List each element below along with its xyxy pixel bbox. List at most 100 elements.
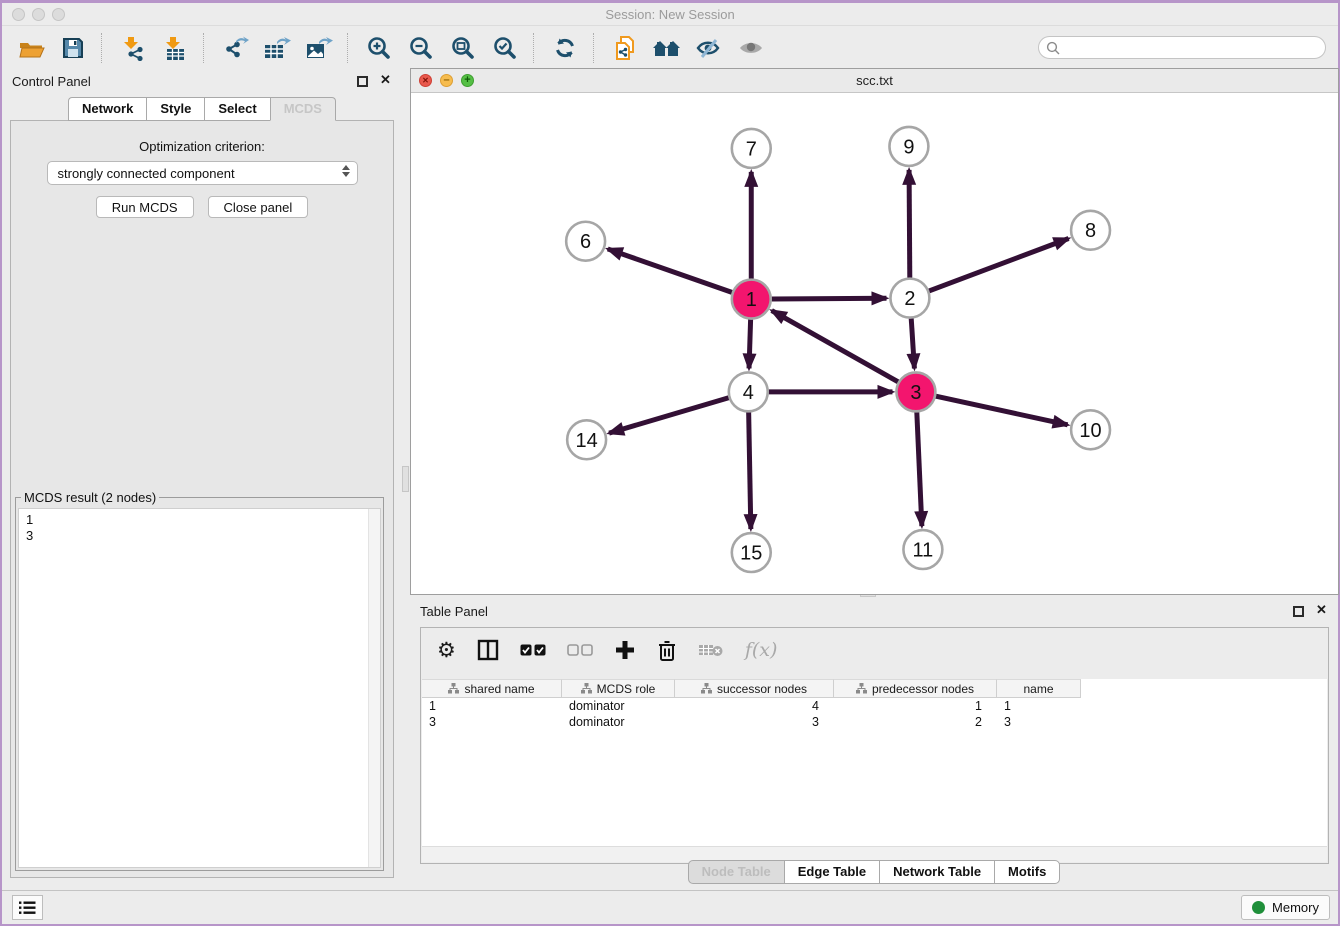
sort-tree-icon [581,683,592,694]
float-panel-icon[interactable] [357,76,368,87]
control-panel-tabs: NetworkStyleSelectMCDS [2,97,402,121]
edge-2-3[interactable] [911,319,914,369]
hide-selected-button[interactable] [688,30,730,66]
node-4[interactable]: 4 [729,372,768,411]
edge-4-14[interactable] [609,398,729,433]
tab-style[interactable]: Style [146,97,204,121]
column-header-predecessor-nodes[interactable]: predecessor nodes [834,679,997,698]
edge-3-10[interactable] [936,396,1068,425]
delete-table-button[interactable] [698,636,724,664]
tab-motifs[interactable]: Motifs [994,860,1060,884]
column-header-mcds-role[interactable]: MCDS role [562,679,675,698]
table-header-row: shared name MCDS role successor nodesprede… [422,679,1327,698]
minimize-window-button[interactable] [32,8,45,21]
run-mcds-button[interactable]: Run MCDS [96,196,194,218]
node-1[interactable]: 1 [732,280,771,319]
table-row[interactable]: 3dominator323 [422,714,1327,730]
node-6[interactable]: 6 [566,222,605,261]
cell-mcds-role[interactable]: dominator [562,714,675,730]
tab-select[interactable]: Select [204,97,269,121]
optimization-criterion-select[interactable]: strongly connected component [47,161,358,185]
node-8[interactable]: 8 [1071,211,1110,250]
edge-1-2[interactable] [772,298,887,299]
search-input[interactable] [1064,38,1325,57]
tab-node-table[interactable]: Node Table [688,860,784,884]
open-session-button[interactable] [10,30,52,66]
close-window-button[interactable] [12,8,25,21]
cell-name[interactable]: 3 [997,714,1081,730]
column-header-shared-name[interactable]: shared name [422,679,562,698]
import-network-button[interactable] [112,30,154,66]
close-view-button[interactable] [419,74,432,87]
close-panel-button[interactable]: Close panel [208,196,309,218]
node-15[interactable]: 15 [732,533,771,572]
mcds-result-textarea[interactable]: 1 3 [18,508,381,868]
edge-1-6[interactable] [608,249,732,292]
import-table-button[interactable] [154,30,196,66]
zoom-in-button[interactable] [358,30,400,66]
show-all-button[interactable] [730,30,772,66]
cell-predecessor-nodes[interactable]: 2 [834,714,997,730]
vertical-splitter[interactable] [402,68,410,890]
close-panel-icon[interactable] [380,75,392,87]
memory-button[interactable]: Memory [1241,895,1330,920]
node-7[interactable]: 7 [732,129,771,168]
export-network-button[interactable] [214,30,256,66]
node-2[interactable]: 2 [890,279,929,318]
tab-network[interactable]: Network [68,97,146,121]
table-row[interactable]: 1dominator411 [422,698,1327,714]
copy-view-button[interactable] [604,30,646,66]
zoom-selected-button[interactable] [484,30,526,66]
column-header-successor-nodes[interactable]: successor nodes [675,679,834,698]
cell-name[interactable]: 1 [997,698,1081,714]
split-view-button[interactable] [477,636,499,664]
export-image-button[interactable] [298,30,340,66]
tab-network-table[interactable]: Network Table [879,860,994,884]
tab-mcds[interactable]: MCDS [270,97,336,121]
cell-successor-nodes[interactable]: 3 [675,714,834,730]
column-label: MCDS role [597,682,656,696]
node-3[interactable]: 3 [896,372,935,411]
home-layout-button[interactable] [646,30,688,66]
edge-2-8[interactable] [929,238,1069,290]
zoom-out-button[interactable] [400,30,442,66]
add-column-button[interactable] [614,636,636,664]
column-header-name[interactable]: name [997,679,1081,698]
cell-predecessor-nodes[interactable]: 1 [834,698,997,714]
maximize-window-button[interactable] [52,8,65,21]
close-panel-icon[interactable] [1316,605,1328,617]
clear-selection-button[interactable] [567,636,593,664]
cell-shared-name[interactable]: 3 [422,714,562,730]
save-floppy-icon [61,36,85,60]
float-panel-icon[interactable] [1293,606,1304,617]
node-11[interactable]: 11 [903,530,942,569]
cell-successor-nodes[interactable]: 4 [675,698,834,714]
save-session-button[interactable] [52,30,94,66]
edge-1-4[interactable] [749,320,751,369]
select-all-button[interactable] [520,636,546,664]
edge-4-15[interactable] [749,412,751,529]
node-9[interactable]: 9 [889,127,928,166]
edge-3-11[interactable] [917,412,922,526]
refresh-button[interactable] [544,30,586,66]
apply-function-button[interactable]: f(x) [745,636,778,664]
edge-2-9[interactable] [909,170,910,278]
network-graph[interactable]: 7 9 6 8 1 2 4 3 14 10 15 11 [411,93,1338,594]
maximize-view-button[interactable] [461,74,474,87]
splitter-handle[interactable] [402,466,409,492]
cell-mcds-role[interactable]: dominator [562,698,675,714]
result-scrollbar[interactable] [368,509,380,867]
cell-shared-name[interactable]: 1 [422,698,562,714]
task-history-button[interactable] [12,895,43,920]
delete-column-button[interactable] [657,636,677,664]
node-14[interactable]: 14 [567,420,606,459]
tab-edge-table[interactable]: Edge Table [784,860,879,884]
selected-option-label: strongly connected component [58,166,235,181]
minimize-view-button[interactable] [440,74,453,87]
node-10[interactable]: 10 [1071,410,1110,449]
edge-3-1[interactable] [772,311,898,382]
export-table-button[interactable] [256,30,298,66]
network-canvas[interactable]: 7 9 6 8 1 2 4 3 14 10 15 11 [411,93,1338,594]
table-settings-button[interactable]: ⚙ [437,636,456,664]
zoom-fit-button[interactable] [442,30,484,66]
